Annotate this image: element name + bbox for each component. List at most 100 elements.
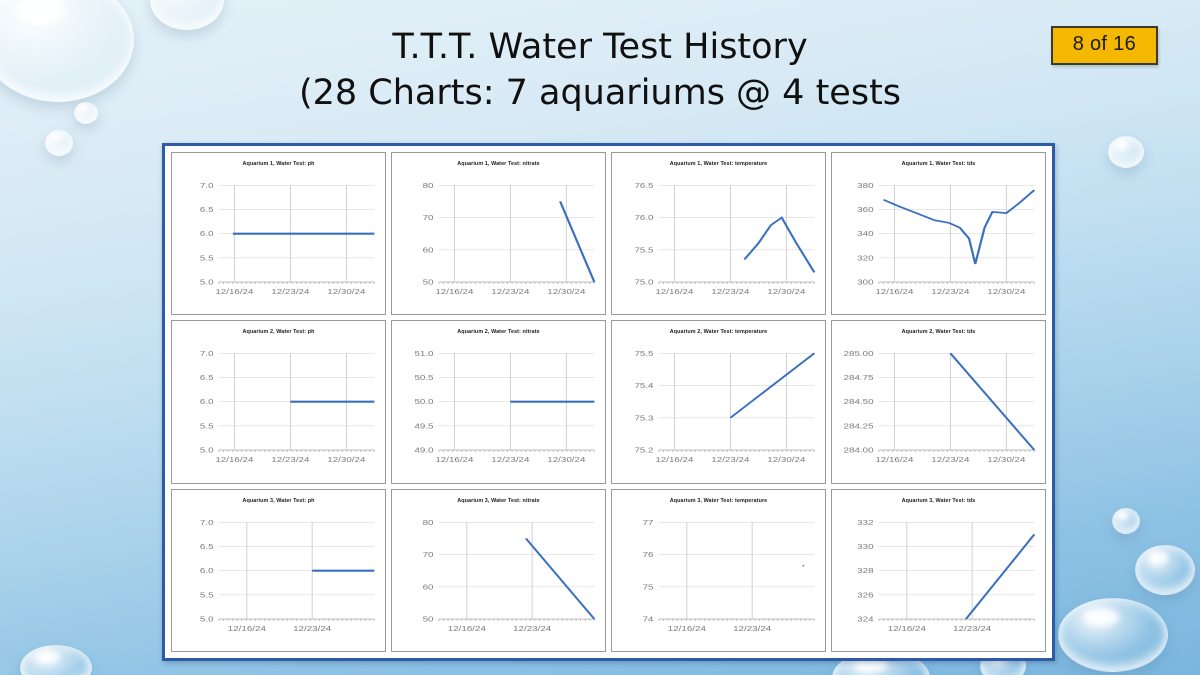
chart-plot: 324 326 328 330 332 12/16/24 12/23/24 bbox=[857, 518, 1036, 633]
svg-text:284.25: 284.25 bbox=[844, 422, 874, 431]
chart-card[interactable]: Aquarium 3, Water Test: temperature 74 75 7… bbox=[611, 488, 826, 652]
droplet bbox=[1112, 508, 1140, 534]
svg-text:328: 328 bbox=[857, 566, 874, 575]
chart-plot: 284.00 284.25 284.50 284.75 285.00 12/16/24 12… bbox=[844, 349, 1036, 465]
svg-text:76.5: 76.5 bbox=[634, 181, 653, 190]
svg-text:12/23/24: 12/23/24 bbox=[711, 456, 749, 465]
chart-card[interactable]: Aquarium 3, Water Test: nitrate 50 60 70 80 1… bbox=[391, 488, 606, 652]
svg-text:80: 80 bbox=[423, 518, 434, 527]
chart-plot: 5.0 5.5 6.0 6.5 7.0 12/16/24 12/23/24 bbox=[200, 518, 375, 633]
chart-card[interactable]: Aquarium 3, Water Test: tds 324 326 328 330 3… bbox=[831, 488, 1046, 652]
svg-text:77: 77 bbox=[643, 518, 654, 527]
svg-text:12/30/24: 12/30/24 bbox=[547, 456, 585, 465]
svg-text:75.0: 75.0 bbox=[634, 278, 653, 287]
svg-text:76: 76 bbox=[643, 550, 654, 559]
svg-text:6.0: 6.0 bbox=[200, 229, 214, 238]
svg-text:360: 360 bbox=[857, 205, 874, 214]
svg-text:12/23/24: 12/23/24 bbox=[931, 456, 969, 465]
droplet bbox=[45, 130, 73, 156]
chart-title: Aquarium 3, Water Test: temperature bbox=[669, 497, 768, 504]
svg-text:12/23/24: 12/23/24 bbox=[271, 287, 309, 296]
svg-text:12/16/24: 12/16/24 bbox=[435, 456, 473, 465]
svg-text:380: 380 bbox=[857, 181, 874, 190]
svg-text:50: 50 bbox=[423, 278, 434, 287]
svg-text:6.5: 6.5 bbox=[200, 374, 214, 383]
svg-text:340: 340 bbox=[857, 229, 874, 238]
chart-card[interactable]: Aquarium 2, Water Test: nitrate 49.0 49.5 5… bbox=[391, 320, 606, 484]
svg-text:12/23/24: 12/23/24 bbox=[491, 287, 529, 296]
chart-title: Aquarium 1, Water Test: ph bbox=[242, 161, 315, 167]
svg-text:12/23/24: 12/23/24 bbox=[733, 624, 771, 633]
svg-text:50.5: 50.5 bbox=[414, 374, 433, 383]
chart-grid-frame: Aquarium 1, Water Test: ph 5.0 5.5 6.0 6.5 7.… bbox=[162, 143, 1055, 661]
svg-text:12/30/24: 12/30/24 bbox=[767, 456, 805, 465]
svg-text:80: 80 bbox=[423, 181, 434, 190]
svg-text:12/30/24: 12/30/24 bbox=[327, 287, 365, 296]
svg-text:50.0: 50.0 bbox=[414, 398, 433, 407]
svg-text:332: 332 bbox=[857, 518, 874, 527]
svg-text:5.5: 5.5 bbox=[200, 254, 214, 263]
svg-text:12/16/24: 12/16/24 bbox=[655, 287, 693, 296]
chart-card[interactable]: Aquarium 1, Water Test: ph 5.0 5.5 6.0 6.5 7.… bbox=[171, 152, 386, 316]
title-line-1: T.T.T. Water Test History bbox=[392, 27, 808, 67]
chart-title: Aquarium 2, Water Test: tds bbox=[901, 329, 976, 336]
chart-plot: 75.0 75.5 76.0 76.5 12/16/24 12/23/24 12/30/24 bbox=[634, 181, 816, 296]
svg-text:5.0: 5.0 bbox=[200, 446, 214, 455]
svg-text:284.50: 284.50 bbox=[844, 398, 874, 407]
chart-card[interactable]: Aquarium 1, Water Test: temperature 75.0 7… bbox=[611, 152, 826, 316]
chart-title: Aquarium 2, Water Test: ph bbox=[242, 329, 315, 336]
chart-title: Aquarium 2, Water Test: nitrate bbox=[457, 329, 540, 336]
chart-plot: 50 60 70 80 12/16/24 12/23/24 12/30/24 bbox=[423, 181, 596, 296]
svg-text:12/16/24: 12/16/24 bbox=[875, 456, 913, 465]
chart-card[interactable]: Aquarium 3, Water Test: ph 5.0 5.5 6.0 6.5 7.… bbox=[171, 488, 386, 652]
svg-text:50: 50 bbox=[423, 614, 434, 623]
svg-text:12/16/24: 12/16/24 bbox=[215, 456, 253, 465]
chart-plot: 74 75 76 77 12/16/24 12/23/24 bbox=[643, 518, 815, 633]
chart-card[interactable]: Aquarium 2, Water Test: temperature 75.2 7… bbox=[611, 320, 826, 484]
chart-card[interactable]: Aquarium 1, Water Test: tds 300 320 340 360 3… bbox=[831, 152, 1046, 316]
chart-plot: 75.2 75.3 75.4 75.5 12/16/24 12/23/24 12/30/24 bbox=[634, 349, 816, 465]
svg-text:12/16/24: 12/16/24 bbox=[448, 624, 486, 633]
svg-text:12/23/24: 12/23/24 bbox=[513, 624, 551, 633]
svg-text:60: 60 bbox=[423, 246, 434, 255]
title-line-2: (28 Charts: 7 aquariums @ 4 tests bbox=[298, 73, 902, 114]
svg-text:326: 326 bbox=[857, 590, 874, 599]
svg-text:70: 70 bbox=[423, 213, 434, 222]
chart-card[interactable]: Aquarium 2, Water Test: tds 284.00 284.25 2… bbox=[831, 320, 1046, 484]
chart-title: Aquarium 1, Water Test: nitrate bbox=[457, 161, 540, 167]
droplet bbox=[1135, 545, 1195, 595]
svg-text:75.5: 75.5 bbox=[634, 349, 653, 358]
chart-plot: 50 60 70 80 12/16/24 12/23/24 bbox=[423, 518, 596, 633]
svg-text:12/23/24: 12/23/24 bbox=[491, 456, 529, 465]
chart-title: Aquarium 1, Water Test: tds bbox=[901, 161, 976, 167]
svg-text:6.5: 6.5 bbox=[200, 205, 214, 214]
svg-text:320: 320 bbox=[857, 254, 874, 263]
svg-text:12/30/24: 12/30/24 bbox=[987, 287, 1025, 296]
svg-text:75.3: 75.3 bbox=[634, 414, 653, 423]
chart-plot: 5.0 5.5 6.0 6.5 7.0 12/16/24 12/23/24 12/30/24 bbox=[200, 181, 375, 296]
svg-text:6.5: 6.5 bbox=[200, 542, 214, 551]
svg-text:75.4: 75.4 bbox=[634, 382, 653, 391]
droplet bbox=[1058, 598, 1168, 672]
svg-text:12/23/24: 12/23/24 bbox=[711, 287, 749, 296]
page-title: T.T.T. Water Test History (28 Charts: 7 … bbox=[0, 24, 1200, 116]
chart-card[interactable]: Aquarium 2, Water Test: ph 5.0 5.5 6.0 6.5 7.… bbox=[171, 320, 386, 484]
chart-card[interactable]: Aquarium 1, Water Test: nitrate 50 60 70 80 1… bbox=[391, 152, 606, 316]
svg-text:75.2: 75.2 bbox=[634, 446, 653, 455]
svg-text:284.75: 284.75 bbox=[844, 374, 874, 383]
chart-plot: 49.0 49.5 50.0 50.5 51.0 12/16/24 12/23/24 12/3… bbox=[414, 349, 595, 465]
svg-text:12/16/24: 12/16/24 bbox=[888, 624, 926, 633]
svg-text:7.0: 7.0 bbox=[200, 518, 214, 527]
svg-text:12/30/24: 12/30/24 bbox=[547, 287, 585, 296]
svg-text:76.0: 76.0 bbox=[634, 213, 653, 222]
svg-text:12/23/24: 12/23/24 bbox=[271, 456, 309, 465]
svg-text:12/16/24: 12/16/24 bbox=[875, 287, 913, 296]
chart-plot: 5.0 5.5 6.0 6.5 7.0 12/16/24 12/23/24 12/30/24 bbox=[200, 349, 375, 465]
svg-text:12/16/24: 12/16/24 bbox=[228, 624, 266, 633]
svg-text:12/30/24: 12/30/24 bbox=[987, 456, 1025, 465]
svg-text:6.0: 6.0 bbox=[200, 566, 214, 575]
svg-text:12/16/24: 12/16/24 bbox=[435, 287, 473, 296]
svg-text:5.0: 5.0 bbox=[200, 614, 214, 623]
svg-text:324: 324 bbox=[857, 614, 874, 623]
svg-text:285.00: 285.00 bbox=[844, 349, 874, 358]
